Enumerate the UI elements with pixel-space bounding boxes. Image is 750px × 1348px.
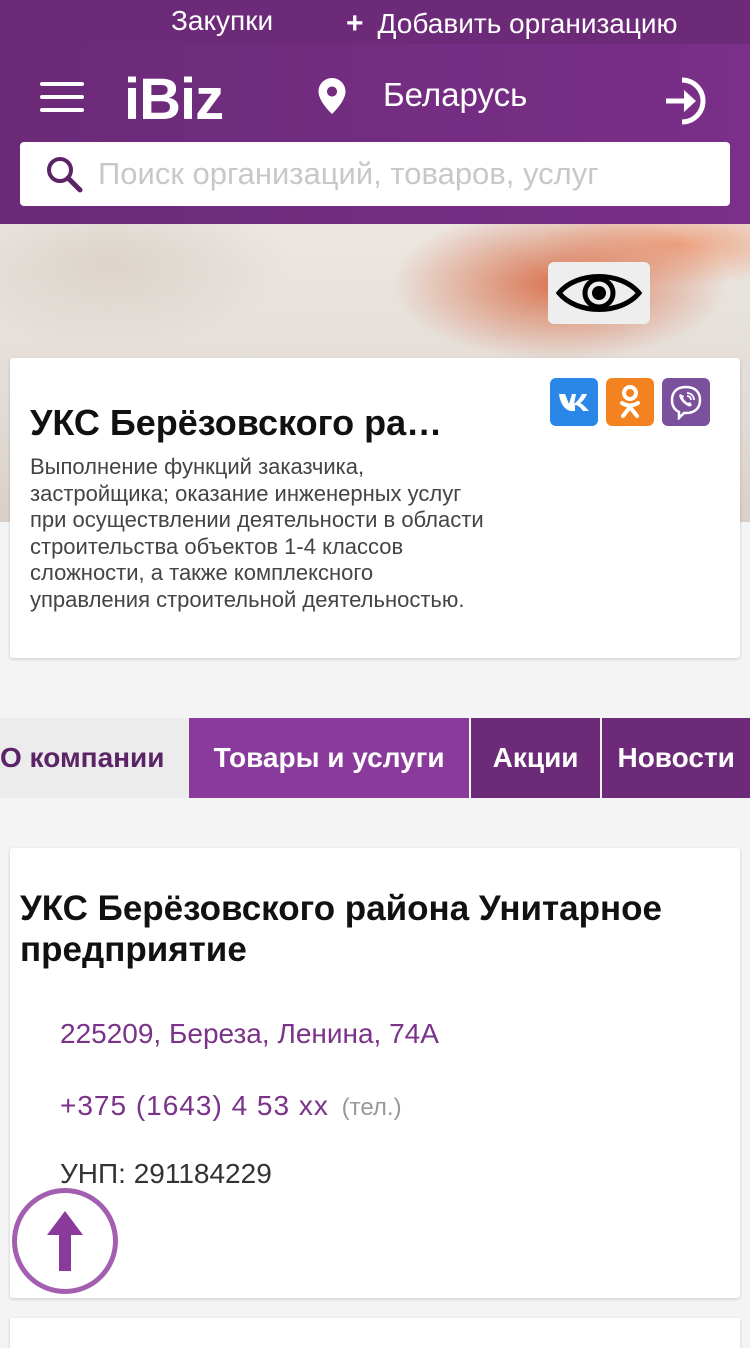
phone-link[interactable]: +375 (1643) 4 53 xx (тел.)	[60, 1090, 402, 1122]
viber-share-button[interactable]	[662, 378, 710, 426]
search-bar	[20, 142, 730, 206]
search-icon[interactable]	[44, 154, 84, 194]
scroll-to-top-button[interactable]	[12, 1188, 118, 1294]
search-input[interactable]	[98, 156, 708, 192]
unp-number: УНП: 291184229	[60, 1158, 272, 1189]
region-selector[interactable]: Беларусь	[383, 76, 527, 114]
hamburger-menu-icon[interactable]	[40, 82, 86, 112]
company-description: Выполнение функций заказчика, застройщик…	[30, 454, 484, 612]
odnoklassniki-icon	[620, 385, 640, 418]
vk-share-button[interactable]	[550, 378, 598, 426]
next-card	[10, 1318, 740, 1348]
company-info-card: УКС Берёзовского района Унитарное предпр…	[10, 848, 740, 1298]
top-bar: Закупки + Добавить организацию	[0, 0, 750, 44]
eye-icon	[555, 274, 643, 312]
viber-icon	[670, 385, 702, 420]
tab-about[interactable]: О компании	[0, 718, 190, 798]
login-icon[interactable]	[660, 74, 714, 128]
tab-products-services[interactable]: Товары и услуги	[189, 718, 469, 798]
procurement-link[interactable]: Закупки	[171, 5, 273, 37]
company-tabs: О компании Товары и услуги Акции Новости	[0, 718, 750, 798]
tab-news[interactable]: Новости	[602, 718, 750, 798]
add-organization-label: Добавить организацию	[377, 8, 678, 39]
vk-icon	[559, 394, 589, 411]
plus-icon: +	[346, 7, 364, 40]
header: iBiz Беларусь	[0, 44, 750, 224]
site-logo[interactable]: iBiz	[124, 66, 224, 133]
add-organization-link[interactable]: + Добавить организацию	[346, 8, 678, 40]
organization-full-name: УКС Берёзовского района Унитарное предпр…	[20, 889, 662, 969]
odnoklassniki-share-button[interactable]	[606, 378, 654, 426]
location-pin-icon[interactable]	[318, 78, 346, 114]
tab-promotions[interactable]: Акции	[470, 718, 601, 798]
arrow-up-icon	[47, 1211, 83, 1271]
phone-note: (тел.)	[341, 1094, 402, 1121]
address-link[interactable]: 225209, Береза, Ленина, 74А	[60, 1018, 439, 1050]
eye-icon-button[interactable]	[548, 262, 650, 324]
company-summary-card: УКС Берёзовского ра… Выполнение функций …	[10, 358, 740, 658]
phone-number: +375 (1643) 4 53 xx	[60, 1090, 329, 1121]
company-title: УКС Берёзовского ра…	[30, 402, 443, 443]
